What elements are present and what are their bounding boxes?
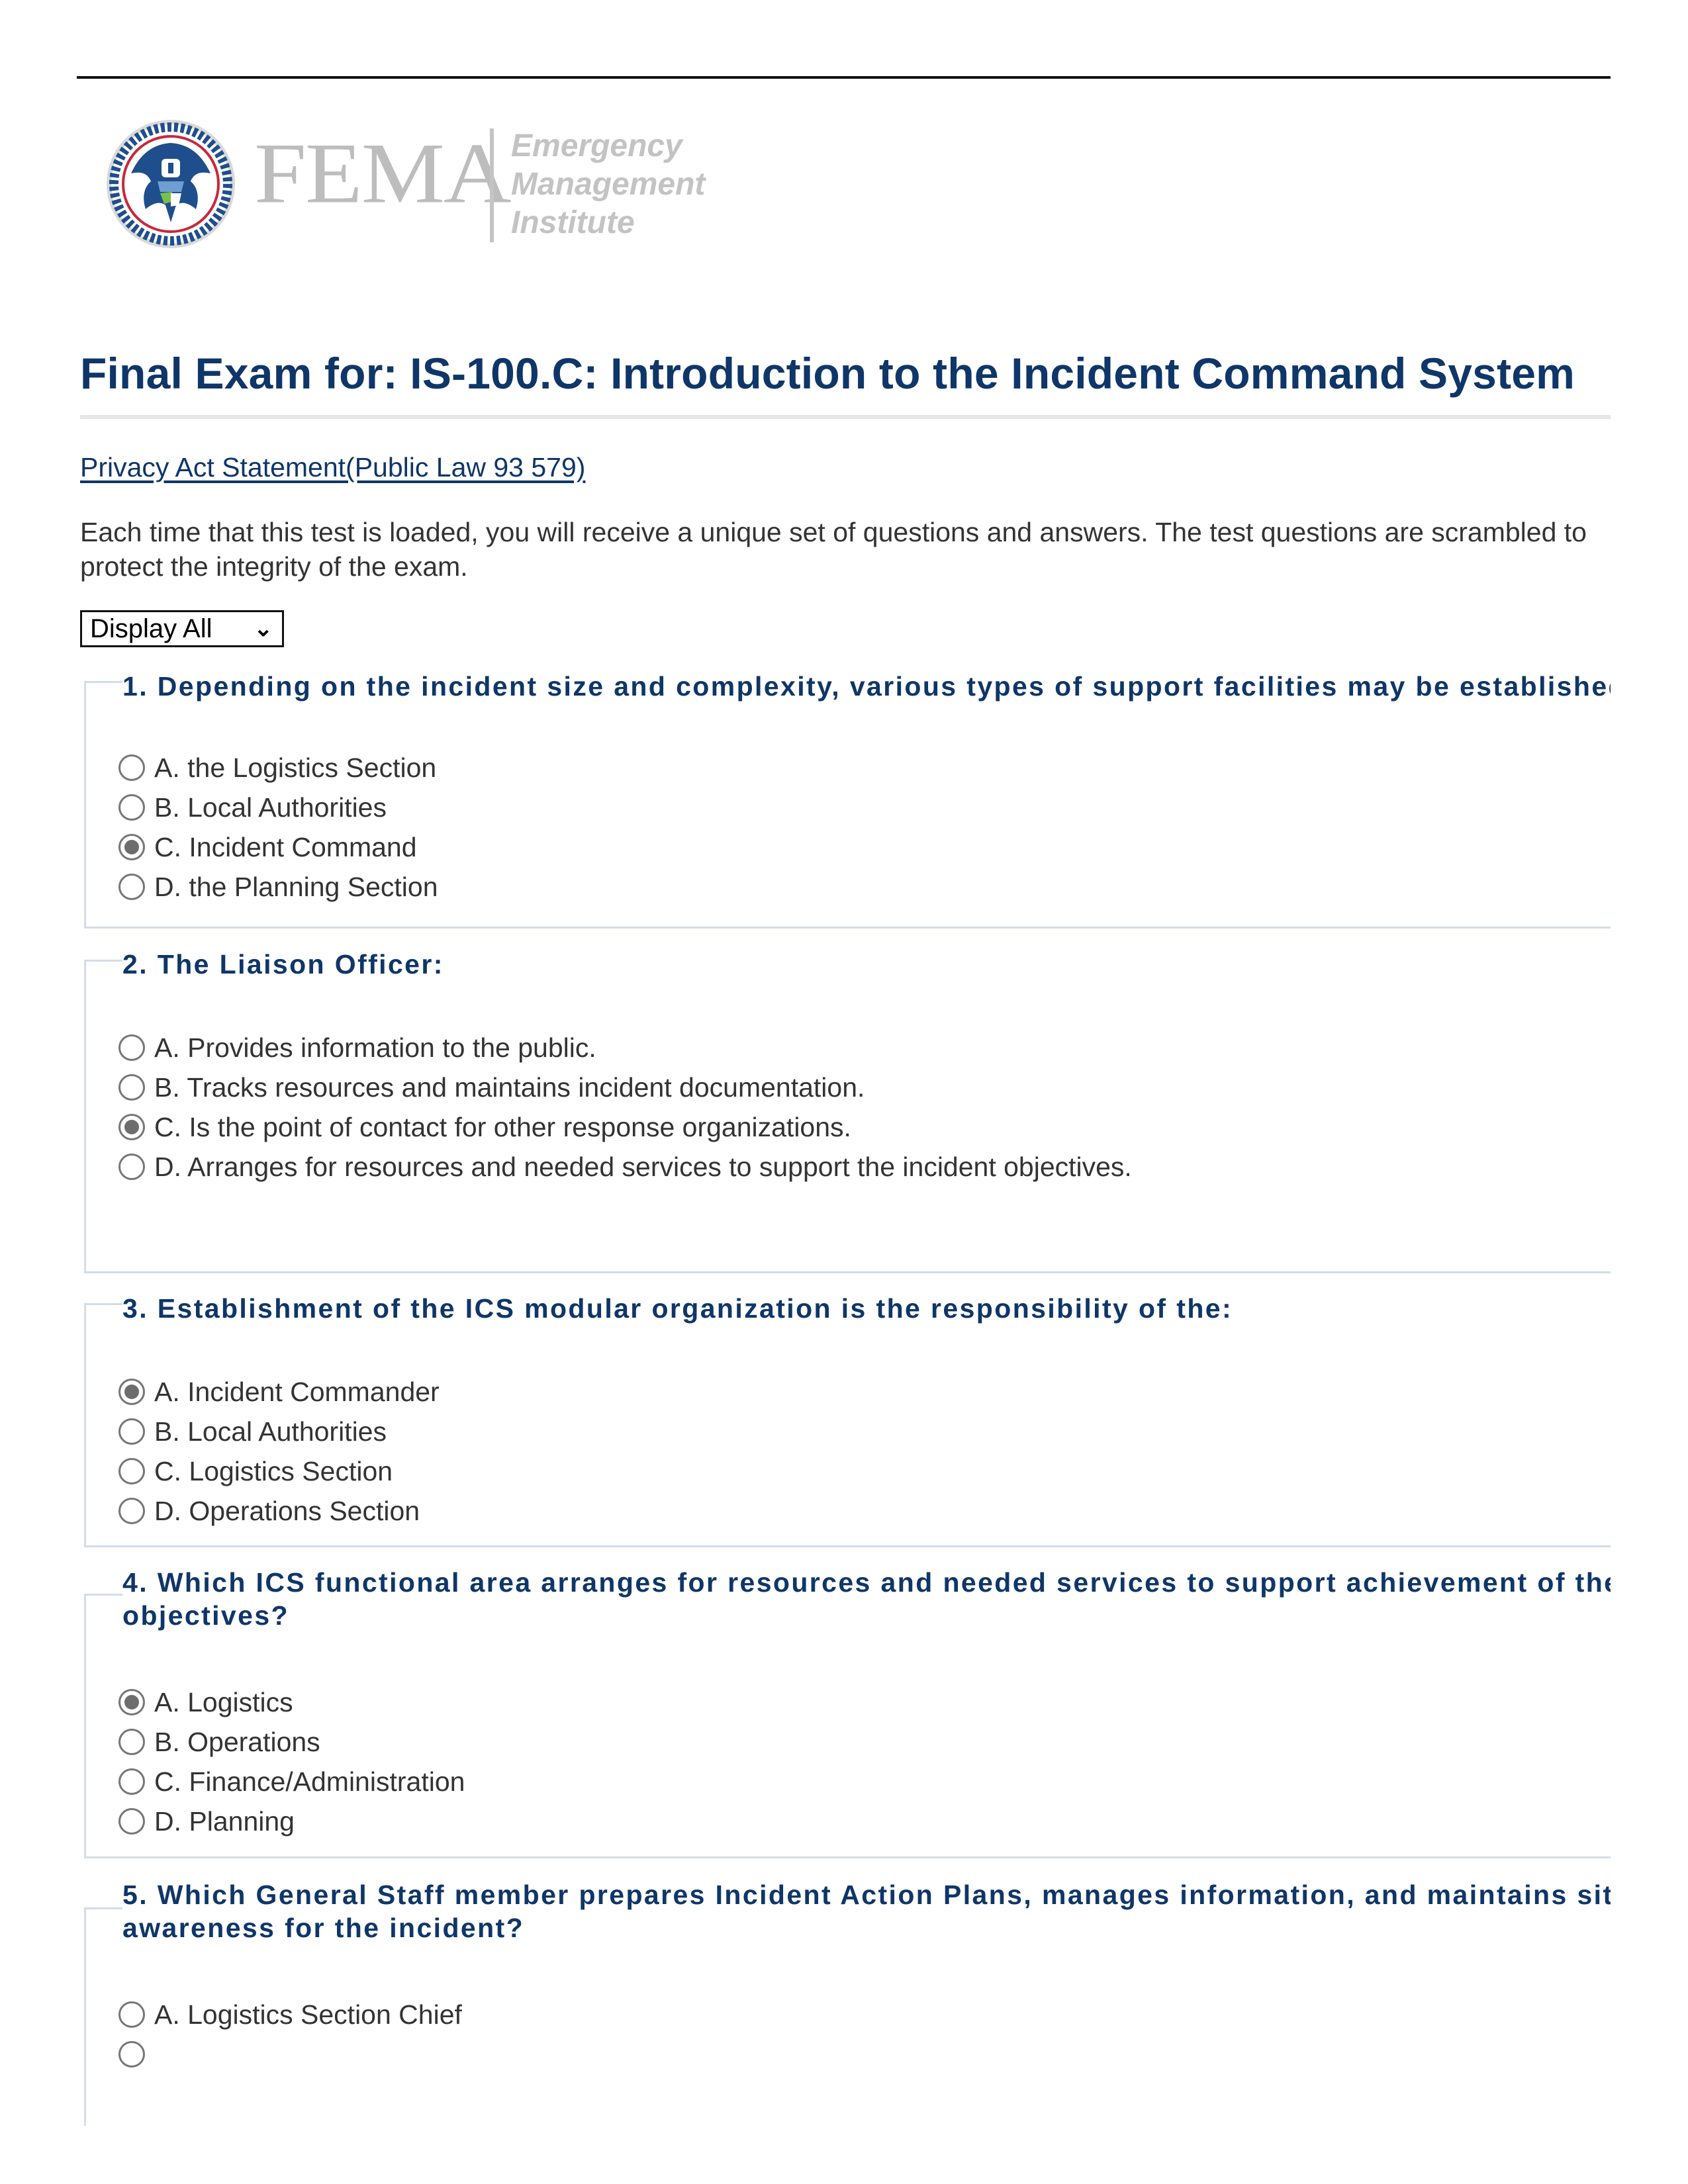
answer-label: C. Incident Command [154,831,417,862]
answer-option[interactable]: A. Logistics [118,1682,293,1722]
answer-label: A. Logistics [154,1686,293,1717]
answer-label: D. Operations Section [154,1495,420,1526]
answer-option[interactable] [118,2034,154,2074]
emi-line: Management [511,167,706,202]
logo-divider [490,128,494,242]
radio-button[interactable] [118,1379,145,1405]
radio-button[interactable] [118,1458,145,1484]
radio-button[interactable] [118,794,145,821]
answer-option[interactable]: D. Operations Section [118,1491,420,1531]
answer-option[interactable]: B. Operations [118,1722,320,1762]
question-text: 4. Which ICS functional area arranges fo… [122,1566,1611,1632]
answer-option[interactable]: C. Is the point of contact for other res… [118,1107,851,1147]
answer-option[interactable]: A. Incident Commander [118,1372,440,1412]
answer-label: B. Local Authorities [154,1416,387,1447]
radio-button[interactable] [118,1768,145,1795]
answer-label: A. the Logistics Section [154,752,437,783]
question-text: 2. The Liaison Officer: [122,948,1611,981]
answer-option[interactable]: A. Logistics Section Chief [118,1995,462,2034]
radio-button[interactable] [118,1114,145,1140]
radio-button[interactable] [118,1074,145,1101]
fema-wordmark: FEMA [254,124,512,221]
answer-label: D. the Planning Section [154,871,438,902]
answer-option[interactable]: A. the Logistics Section [118,748,436,788]
page-title: Final Exam for: IS-100.C: Introduction t… [80,349,1575,398]
radio-button[interactable] [118,874,145,900]
answer-option[interactable]: C. Finance/Administration [118,1762,465,1801]
answer-option[interactable]: C. Logistics Section [118,1451,393,1491]
answer-label: B. Tracks resources and maintains incide… [154,1071,865,1103]
answer-label: B. Local Authorities [154,792,387,823]
emi-line: Institute [511,205,635,240]
fema-emi-logo: FEMA Emergency Management Institute [105,118,727,253]
answer-label: D. Arranges for resources and needed ser… [154,1151,1132,1182]
page-content: FEMA Emergency Management Institute Fina… [0,0,1611,2184]
answer-label: B. Operations [154,1726,320,1757]
emi-wordmark: Emergency Management Institute [511,127,705,242]
question-text: 1. Depending on the incident size and co… [122,670,1611,703]
radio-button[interactable] [118,834,145,860]
answer-label: D. Planning [154,1805,295,1837]
radio-button[interactable] [118,1154,145,1180]
answer-option[interactable]: A. Provides information to the public. [118,1028,596,1068]
dhs-seal-icon [107,120,235,248]
answer-option[interactable]: D. Arranges for resources and needed ser… [118,1147,1132,1187]
answer-option[interactable]: C. Incident Command [118,827,417,867]
radio-button[interactable] [118,1808,145,1835]
radio-button[interactable] [118,2041,145,2068]
display-mode-select[interactable]: Display All ⌄ [80,610,284,647]
answer-label: A. Provides information to the public. [154,1032,596,1063]
answer-label: C. Is the point of contact for other res… [154,1111,851,1142]
answer-option[interactable]: B. Tracks resources and maintains incide… [118,1068,865,1107]
privacy-act-link[interactable]: Privacy Act Statement(Public Law 93 579) [80,452,585,483]
title-divider [80,415,1611,419]
question-text: 3. Establishment of the ICS modular orga… [122,1292,1611,1325]
answer-label: A. Logistics Section Chief [154,1999,462,2030]
radio-button[interactable] [118,754,145,781]
radio-button[interactable] [118,1689,145,1715]
answer-label: C. Finance/Administration [154,1766,465,1797]
answer-option[interactable]: B. Local Authorities [118,788,387,827]
answer-option[interactable]: B. Local Authorities [118,1412,387,1451]
answer-label: A. Incident Commander [154,1376,440,1407]
chevron-down-icon: ⌄ [254,616,273,641]
radio-button[interactable] [118,1034,145,1061]
radio-button[interactable] [118,1729,145,1755]
radio-button[interactable] [118,1498,145,1524]
exam-instructions: Each time that this test is loaded, you … [80,517,1587,582]
answer-label: C. Logistics Section [154,1455,393,1486]
display-mode-value: Display All [90,614,212,643]
answer-option[interactable]: D. Planning [118,1801,295,1841]
question-text: 5. Which General Staff member prepares I… [122,1878,1611,1944]
radio-button[interactable] [118,2001,145,2028]
emi-line: Emergency [511,128,682,163]
answer-option[interactable]: D. the Planning Section [118,867,438,907]
radio-button[interactable] [118,1418,145,1445]
